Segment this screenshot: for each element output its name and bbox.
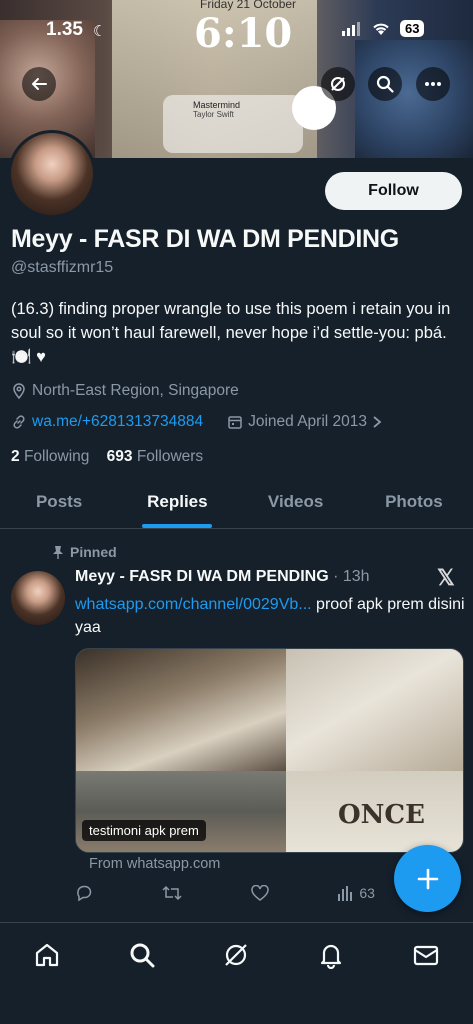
views-count: 63 xyxy=(359,885,375,901)
pinned-indicator: Pinned xyxy=(52,544,117,560)
reply-icon xyxy=(75,884,93,902)
followers-count: 693 xyxy=(106,448,133,465)
follow-counts: 2 Following 693 Followers xyxy=(11,448,203,466)
tab-replies[interactable]: Replies xyxy=(118,480,236,528)
display-name: Meyy - FASR DI WA DM PENDING xyxy=(11,225,399,253)
back-arrow-icon xyxy=(31,76,47,92)
user-handle: @stasffizmr15 xyxy=(11,259,114,276)
calendar-icon xyxy=(227,414,243,430)
bell-icon xyxy=(317,941,345,969)
battery-indicator: 63 xyxy=(400,20,425,37)
profile-bio: (16.3) finding proper wrangle to use thi… xyxy=(11,300,451,366)
more-button[interactable] xyxy=(416,67,450,101)
followers-link[interactable]: 693 Followers xyxy=(107,448,204,465)
nav-home[interactable] xyxy=(33,941,61,969)
like-button[interactable] xyxy=(250,884,269,902)
chevron-right-icon[interactable] xyxy=(372,415,382,429)
bottom-nav xyxy=(0,930,473,980)
views-button[interactable]: 63 xyxy=(337,885,375,901)
nav-search[interactable] xyxy=(128,941,156,969)
compose-button[interactable] xyxy=(394,845,461,912)
x-logo-icon: 𝕏 xyxy=(437,565,455,590)
signal-icon xyxy=(342,21,362,36)
tweet-actions: 63 xyxy=(75,884,375,902)
plus-icon xyxy=(417,868,439,890)
status-icons: 63 xyxy=(342,20,425,37)
following-count: 2 xyxy=(11,448,20,465)
tweet-time[interactable]: · 13h xyxy=(333,568,369,585)
status-time: 1.35 xyxy=(46,19,83,40)
banner-now-playing-title: Mastermind xyxy=(193,100,241,110)
profile-avatar[interactable] xyxy=(8,130,96,218)
following-link[interactable]: 2 Following xyxy=(11,448,89,465)
search-icon xyxy=(376,75,394,93)
grok-icon xyxy=(329,75,347,93)
views-icon xyxy=(337,885,353,901)
link-icon xyxy=(11,414,27,430)
repost-icon xyxy=(162,884,182,902)
tab-posts[interactable]: Posts xyxy=(0,480,118,528)
grok-button[interactable] xyxy=(321,67,355,101)
nav-grok[interactable] xyxy=(222,941,250,969)
wifi-icon xyxy=(372,22,390,36)
repost-button[interactable] xyxy=(162,884,182,902)
media-caption: testimoni apk prem xyxy=(82,820,206,841)
mail-icon xyxy=(412,941,440,969)
nav-messages[interactable] xyxy=(412,941,440,969)
reply-button[interactable] xyxy=(75,884,93,902)
tab-videos[interactable]: Videos xyxy=(237,480,355,528)
joined-date: Joined April 2013 xyxy=(248,413,367,430)
grok-icon xyxy=(222,941,250,969)
back-button[interactable] xyxy=(22,67,56,101)
more-icon xyxy=(424,81,442,87)
following-label: Following xyxy=(23,448,90,465)
pin-icon xyxy=(52,545,64,559)
profile-location: North-East Region, Singapore xyxy=(11,382,239,400)
pinned-label: Pinned xyxy=(70,544,117,560)
followers-label: Followers xyxy=(136,448,204,465)
search-button[interactable] xyxy=(368,67,402,101)
tweet-link[interactable]: whatsapp.com/channel/0029Vb... xyxy=(75,596,312,613)
media-word: ONCE xyxy=(338,800,425,830)
profile-website-row: wa.me/+6281313734884 Joined April 2013 xyxy=(11,413,382,431)
heart-icon xyxy=(250,884,269,902)
home-icon xyxy=(33,941,61,969)
banner-lock-time: 6:10 xyxy=(194,10,293,57)
moon-icon: ☾ xyxy=(93,23,107,40)
search-icon xyxy=(128,941,156,969)
tweet-text: whatsapp.com/channel/0029Vb... proof apk… xyxy=(75,593,465,639)
banner-now-playing-artist: Taylor Swift xyxy=(193,110,234,119)
bottom-nav-divider xyxy=(0,922,473,923)
tweet-author-avatar[interactable] xyxy=(11,571,65,625)
follow-button[interactable]: Follow xyxy=(325,172,462,210)
location-text: North-East Region, Singapore xyxy=(32,382,239,399)
website-link[interactable]: wa.me/+6281313734884 xyxy=(32,413,203,431)
nav-notifications[interactable] xyxy=(317,941,345,969)
tweet-header: Meyy - FASR DI WA DM PENDING · 13h xyxy=(75,568,370,586)
link-source[interactable]: From whatsapp.com xyxy=(89,856,220,872)
tweet-author-name[interactable]: Meyy - FASR DI WA DM PENDING xyxy=(75,568,329,585)
profile-tabs: Posts Replies Videos Photos xyxy=(0,480,473,529)
tab-photos[interactable]: Photos xyxy=(355,480,473,528)
location-pin-icon xyxy=(11,383,27,399)
